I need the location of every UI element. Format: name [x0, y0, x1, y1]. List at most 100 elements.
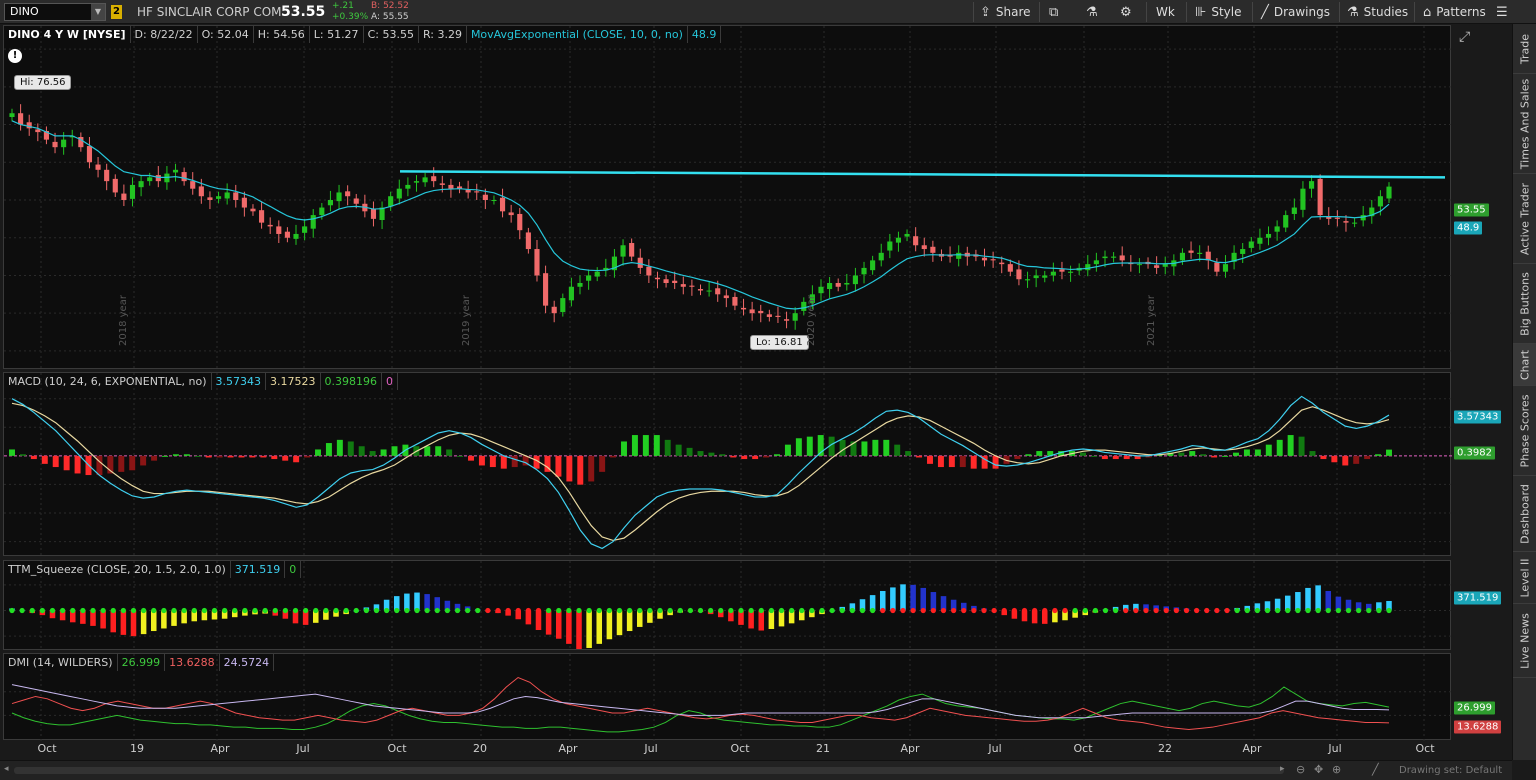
ttm-histogram-bar: [130, 610, 137, 637]
candle-body: [1042, 275, 1048, 278]
candle-body: [1188, 250, 1194, 253]
macd-histogram-bar: [719, 454, 726, 456]
macd-histogram-bar: [205, 455, 212, 458]
squeeze-dot: [181, 607, 187, 614]
tab-live-news[interactable]: Live News: [1513, 604, 1536, 678]
macd-diff-tag: 0.3982: [1454, 446, 1495, 460]
candle-body: [379, 207, 385, 220]
macd-histogram-bar: [74, 455, 81, 474]
candle-body: [913, 236, 919, 246]
link-badge[interactable]: 2: [111, 5, 122, 19]
squeeze-dot: [910, 607, 916, 614]
alert-icon[interactable]: !: [8, 49, 22, 63]
tab-times-and-sales[interactable]: Times And Sales: [1513, 74, 1536, 174]
candle-body: [706, 290, 712, 292]
tab-label: Level II: [1518, 557, 1532, 598]
squeeze-dot: [29, 607, 35, 614]
candle-body: [465, 189, 471, 193]
pencil-icon: ╱: [1261, 5, 1269, 20]
ttm-title[interactable]: TTM_Squeeze (CLOSE, 20, 1.5, 2.0, 1.0): [4, 561, 231, 578]
share-icon: ⇪: [980, 5, 991, 20]
tab-active-trader[interactable]: Active Trader: [1513, 174, 1536, 264]
scroll-left-icon[interactable]: ◂: [4, 764, 9, 774]
last-price-tag: 53.55: [1454, 203, 1489, 217]
ttm-histogram-bar: [100, 610, 106, 629]
squeeze-dot: [1295, 607, 1301, 614]
squeeze-dot: [900, 607, 906, 614]
candle-body: [250, 208, 256, 212]
tab-dashboard[interactable]: Dashboard: [1513, 476, 1536, 552]
macd-histogram-bar: [784, 444, 791, 456]
drawings-button[interactable]: ╱ Drawings: [1261, 0, 1330, 24]
ttm-header: TTM_Squeeze (CLOSE, 20, 1.5, 2.0, 1.0) 3…: [4, 561, 302, 578]
squeeze-dot: [971, 607, 977, 614]
squeeze-dot: [292, 607, 299, 614]
tab-chart[interactable]: Chart: [1513, 344, 1536, 386]
price-pane[interactable]: 102030405060708090 DINO 4 Y W [NYSE] D: …: [3, 25, 1470, 370]
ttm-histogram-bar: [1305, 587, 1311, 611]
macd-pane[interactable]: 52.50-2.5-5-7.5 MACD (10, 24, 6, EXPONEN…: [3, 372, 1452, 557]
x-tick-label: Apr: [558, 742, 578, 755]
ttm-histogram-bar: [545, 610, 552, 635]
symbol-input[interactable]: DINO ▼: [4, 3, 106, 21]
macd-histogram-bar: [325, 443, 332, 456]
macd-histogram-bar: [948, 455, 955, 468]
candle-body: [1197, 252, 1203, 254]
squeeze-dot: [120, 607, 126, 614]
candle-body: [336, 192, 342, 202]
squeeze-dot: [616, 607, 623, 614]
pct-change: +0.39%: [332, 12, 369, 22]
ttm-histogram-bar: [1315, 585, 1321, 611]
style-label: Style: [1211, 5, 1242, 19]
dmi-title[interactable]: DMI (14, WILDERS): [4, 654, 118, 671]
candle-body: [422, 177, 428, 183]
drawing-set-label[interactable]: Drawing set: Default: [1399, 765, 1502, 776]
horizontal-scrollbar[interactable]: [14, 767, 1284, 774]
zoom-in-icon[interactable]: ⊕: [1332, 763, 1341, 776]
ttm-histogram-bar: [150, 610, 157, 632]
squeeze-dot: [49, 607, 56, 614]
zoom-out-icon[interactable]: ⊖: [1296, 763, 1305, 776]
tab-trade[interactable]: Trade: [1513, 24, 1536, 74]
pencil-icon[interactable]: ╱: [1372, 763, 1379, 776]
patterns-button[interactable]: ⌂ Patterns: [1423, 0, 1486, 24]
candle-body: [990, 259, 996, 261]
macd-histogram-bar: [1025, 454, 1032, 456]
macd-title[interactable]: MACD (10, 24, 6, EXPONENTIAL, no): [4, 373, 212, 390]
squeeze-dot: [353, 607, 359, 614]
pan-icon[interactable]: ✥: [1314, 763, 1323, 776]
tab-phase-scores[interactable]: Phase Scores: [1513, 386, 1536, 476]
macd-histogram-bar: [1080, 452, 1086, 456]
price-chart[interactable]: 102030405060708090: [4, 26, 1452, 370]
toolbar-menu-button[interactable]: ☰: [1496, 0, 1513, 24]
candle-body: [302, 226, 308, 233]
ttm-pane[interactable]: 1,0000-1,000 TTM_Squeeze (CLOSE, 20, 1.5…: [3, 560, 1452, 651]
candle-body: [870, 260, 876, 271]
macd-chart[interactable]: 52.50-2.5-5-7.5: [4, 373, 1452, 557]
squeeze-dot: [110, 607, 116, 614]
chevron-down-icon[interactable]: ▼: [91, 4, 105, 20]
tab-level-ii[interactable]: Level II: [1513, 552, 1536, 604]
macd-histogram-bar: [140, 455, 147, 466]
macd-histogram-bar: [1342, 455, 1349, 466]
scroll-right-icon[interactable]: ▸: [1280, 764, 1285, 774]
timeframe-button[interactable]: Wk: [1156, 0, 1175, 24]
squeeze-dot: [991, 607, 997, 614]
candle-body: [413, 181, 420, 183]
x-tick-label: Oct: [37, 742, 57, 755]
candle-body: [198, 186, 204, 197]
share-button[interactable]: ⇪ Share: [980, 0, 1031, 24]
tab-big-buttons[interactable]: Big Buttons: [1513, 264, 1536, 344]
studies-button[interactable]: ⚗ Studies: [1347, 0, 1408, 24]
squeeze-dot: [870, 607, 876, 614]
style-button[interactable]: ⊪ Style: [1195, 0, 1241, 24]
ema-study-label[interactable]: MovAvgExponential (CLOSE, 10, 0, no): [467, 26, 688, 43]
candle-body: [9, 113, 15, 117]
dmi-pane[interactable]: 4020 DMI (14, WILDERS) 26.999 13.6288 24…: [3, 653, 1452, 741]
settings-button[interactable]: ⚙: [1120, 0, 1137, 24]
expand-icon[interactable]: ⤢: [1459, 29, 1470, 45]
squeeze-dot: [1275, 607, 1281, 614]
squeeze-dot: [1102, 607, 1109, 614]
flask-button[interactable]: ⚗: [1086, 0, 1103, 24]
snapshot-button[interactable]: ⧉: [1049, 0, 1063, 24]
